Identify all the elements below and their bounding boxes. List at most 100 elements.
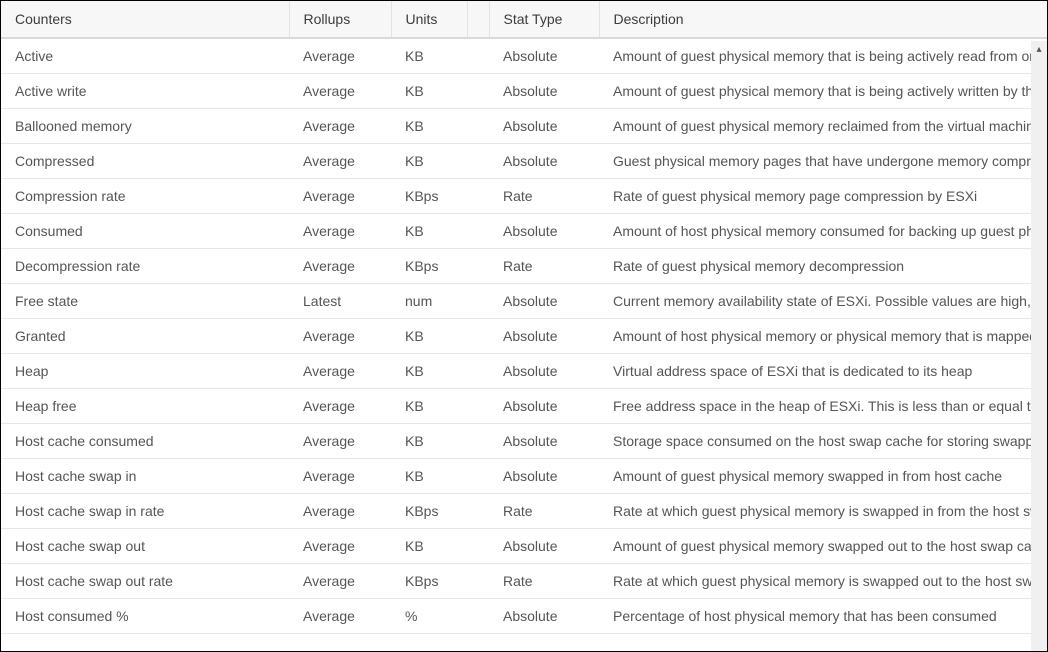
cell-stattype: Absolute <box>489 389 599 424</box>
col-header-counters[interactable]: Counters <box>1 1 289 38</box>
cell-description: Storage space consumed on the host swap … <box>599 424 1047 459</box>
cell-unit: KB <box>391 38 467 74</box>
cell-stattype: Rate <box>489 494 599 529</box>
table-row[interactable]: Compression rateAverageKBpsRateRate of g… <box>1 179 1047 214</box>
cell-unit: KB <box>391 74 467 109</box>
table-row[interactable]: HeapAverageKB AbsoluteVirtual address spa… <box>1 354 1047 389</box>
cell-stattype: Absolute <box>489 529 599 564</box>
cell-counter: Host consumed % <box>1 599 289 634</box>
cell-description: Rate at which guest physical memory is s… <box>599 494 1047 529</box>
cell-unit: % <box>391 599 467 634</box>
cell-stattype: Rate <box>489 564 599 599</box>
table-row[interactable]: GrantedAverageKBAbsoluteAmount of host p… <box>1 319 1047 354</box>
cell-counter: Host cache consumed <box>1 424 289 459</box>
vertical-scrollbar[interactable]: ▴ <box>1031 41 1047 651</box>
cell-stattype: Rate <box>489 179 599 214</box>
cell-rollup: Average <box>289 424 391 459</box>
cell-spacer <box>467 214 489 249</box>
cell-stattype: Absolute <box>489 354 599 389</box>
table-row[interactable]: Host cache swap inAverageKBAbsoluteAmoun… <box>1 459 1047 494</box>
cell-description: Amount of host physical memory or physic… <box>599 319 1047 354</box>
cell-spacer <box>467 249 489 284</box>
cell-rollup: Average <box>289 249 391 284</box>
cell-counter: Active <box>1 38 289 74</box>
cell-unit: KB <box>391 144 467 179</box>
table-row[interactable]: Free stateLatestnumAbsoluteCurrent memor… <box>1 284 1047 319</box>
cell-spacer <box>467 389 489 424</box>
cell-spacer <box>467 564 489 599</box>
cell-counter: Host cache swap in <box>1 459 289 494</box>
cell-description: Guest physical memory pages that have un… <box>599 144 1047 179</box>
cell-stattype: Absolute <box>489 284 599 319</box>
cell-stattype: Absolute <box>489 319 599 354</box>
cell-description: Amount of guest physical memory swapped … <box>599 529 1047 564</box>
cell-rollup: Average <box>289 494 391 529</box>
cell-rollup: Average <box>289 38 391 74</box>
cell-stattype: Absolute <box>489 459 599 494</box>
cell-description: Rate of guest physical memory page compr… <box>599 179 1047 214</box>
cell-unit: KBps <box>391 249 467 284</box>
cell-unit: KB <box>391 354 467 389</box>
table-row[interactable]: Host cache swap outAverageKB AbsoluteAmou… <box>1 529 1047 564</box>
cell-rollup: Average <box>289 319 391 354</box>
cell-counter: Host cache swap out rate <box>1 564 289 599</box>
counters-table: Counters Rollups Units Stat Type Descrip… <box>1 1 1047 634</box>
table-row[interactable]: ActiveAverageKBAbsoluteAmount of guest p… <box>1 38 1047 74</box>
cell-stattype: Absolute <box>489 144 599 179</box>
cell-description: Rate of guest physical memory decompress… <box>599 249 1047 284</box>
col-header-units[interactable]: Units <box>391 1 467 38</box>
cell-unit: KB <box>391 529 467 564</box>
cell-description: Amount of guest physical memory swapped … <box>599 459 1047 494</box>
cell-spacer <box>467 354 489 389</box>
table-header-row: Counters Rollups Units Stat Type Descrip… <box>1 1 1047 38</box>
cell-rollup: Average <box>289 214 391 249</box>
cell-spacer <box>467 74 489 109</box>
cell-counter: Host cache swap out <box>1 529 289 564</box>
cell-description: Amount of guest physical memory reclaime… <box>599 109 1047 144</box>
table-row[interactable]: CompressedAverageKBAbsoluteGuest physica… <box>1 144 1047 179</box>
table-row[interactable]: Host cache swap out rateAverageKBpsRateR… <box>1 564 1047 599</box>
cell-description: Rate at which guest physical memory is s… <box>599 564 1047 599</box>
cell-counter: Compression rate <box>1 179 289 214</box>
cell-stattype: Absolute <box>489 38 599 74</box>
table-row[interactable]: Host cache consumedAverageKB AbsoluteStor… <box>1 424 1047 459</box>
col-header-rollups[interactable]: Rollups <box>289 1 391 38</box>
cell-description: Percentage of host physical memory that … <box>599 599 1047 634</box>
cell-rollup: Latest <box>289 284 391 319</box>
table-row[interactable]: Decompression rateAverageKBpsRateRate of… <box>1 249 1047 284</box>
cell-counter: Free state <box>1 284 289 319</box>
cell-stattype: Absolute <box>489 214 599 249</box>
cell-unit: KB <box>391 319 467 354</box>
cell-rollup: Average <box>289 389 391 424</box>
table-row[interactable]: ConsumedAverageKBAbsoluteAmount of host … <box>1 214 1047 249</box>
col-header-description[interactable]: Description <box>599 1 1047 38</box>
cell-stattype: Absolute <box>489 599 599 634</box>
table-row[interactable]: Host cache swap in rateAverageKBpsRateRa… <box>1 494 1047 529</box>
cell-spacer <box>467 284 489 319</box>
table-row[interactable]: Heap freeAverageKBAbsoluteFree address s… <box>1 389 1047 424</box>
cell-spacer <box>467 179 489 214</box>
cell-rollup: Average <box>289 529 391 564</box>
cell-unit: KB <box>391 459 467 494</box>
scroll-up-icon[interactable]: ▴ <box>1031 41 1047 57</box>
table-row[interactable]: Ballooned memoryAverageKBAbsoluteAmount … <box>1 109 1047 144</box>
cell-unit: KBps <box>391 179 467 214</box>
table-row[interactable]: Active writeAverageKBAbsoluteAmount of g… <box>1 74 1047 109</box>
cell-description: Amount of guest physical memory that is … <box>599 74 1047 109</box>
cell-spacer <box>467 459 489 494</box>
cell-stattype: Absolute <box>489 109 599 144</box>
cell-rollup: Average <box>289 144 391 179</box>
cell-rollup: Average <box>289 109 391 144</box>
counters-table-wrap: Counters Rollups Units Stat Type Descrip… <box>1 1 1047 651</box>
cell-rollup: Average <box>289 354 391 389</box>
col-header-stattype[interactable]: Stat Type <box>489 1 599 38</box>
cell-counter: Heap <box>1 354 289 389</box>
cell-stattype: Rate <box>489 249 599 284</box>
cell-unit: KB <box>391 424 467 459</box>
cell-counter: Active write <box>1 74 289 109</box>
cell-description: Amount of host physical memory consumed … <box>599 214 1047 249</box>
cell-description: Current memory availability state of ESX… <box>599 284 1047 319</box>
cell-stattype: Absolute <box>489 424 599 459</box>
cell-description: Virtual address space of ESXi that is de… <box>599 354 1047 389</box>
table-row[interactable]: Host consumed %Average%AbsolutePercentag… <box>1 599 1047 634</box>
